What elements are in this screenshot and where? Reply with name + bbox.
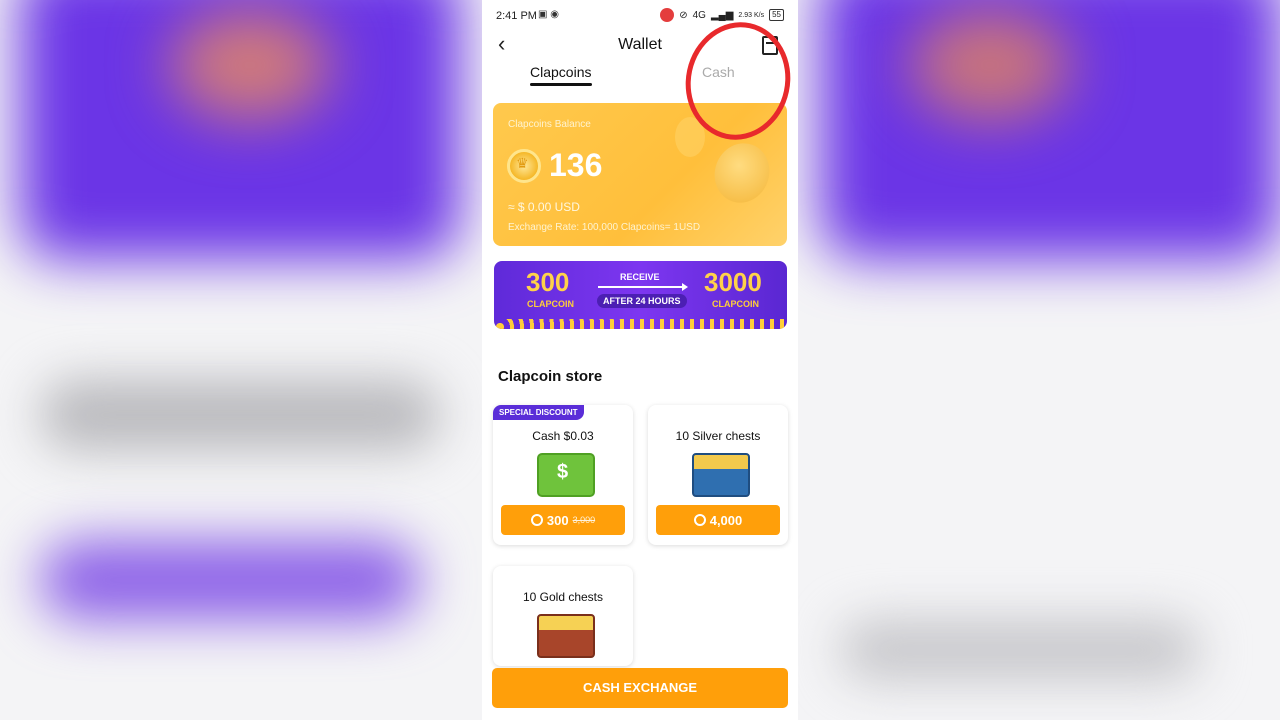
arrow-right-icon (598, 283, 688, 291)
store-item-gold-chests[interactable]: 10 Gold chests (493, 566, 633, 666)
balance-usd: ≈ $ 0.00 USD (508, 200, 580, 214)
store-item-silver-chests[interactable]: 10 Silver chests 4,000 (648, 405, 788, 545)
dnd-icon: ⊘ (679, 9, 688, 21)
network-label: 4G (692, 9, 706, 21)
status-time: 2:41 PM (496, 10, 537, 22)
status-right: ⊘ 4G ▂▄▆ 2.93 K/s 55 (660, 8, 784, 22)
store-item-cash[interactable]: SPECIAL DISCOUNT Cash $0.03 300 3,000 (493, 405, 633, 545)
coin-pile-decoration (494, 319, 787, 329)
speed-label: 2.93 K/s (738, 11, 765, 19)
price: 300 (546, 512, 569, 528)
silver-chest-icon (692, 453, 750, 497)
tab-clapcoins[interactable]: Clapcoins (530, 64, 591, 80)
balance-value: 136 (549, 147, 603, 183)
gold-chest-icon (537, 614, 595, 658)
buy-button[interactable]: 300 3,000 (501, 505, 625, 535)
clapcoin-icon (530, 514, 543, 526)
old-price: 3,000 (572, 515, 596, 525)
promo-banner[interactable]: 300 CLAPCOIN RECEIVE AFTER 24 HOURS 3000… (494, 261, 787, 329)
clapcoin-icon (507, 149, 541, 183)
cash-exchange-button[interactable]: CASH EXCHANGE (492, 668, 788, 708)
store-title: Clapcoin store (498, 368, 603, 385)
promo-to-amount: 3000 (704, 267, 762, 297)
buy-button[interactable]: 4,000 (656, 505, 780, 535)
record-icon (660, 8, 675, 22)
discount-badge: SPECIAL DISCOUNT (493, 405, 584, 420)
store-item-title: 10 Gold chests (522, 590, 604, 604)
promo-after: AFTER 24 HOURS (597, 294, 687, 308)
signal-icon: ▂▄▆ (710, 9, 734, 21)
promo-to-unit: CLAPCOIN (712, 299, 759, 309)
active-tab-indicator (530, 83, 592, 86)
cash-icon (537, 453, 595, 497)
balance-label: Clapcoins Balance (508, 119, 591, 130)
exchange-rate: Exchange Rate: 100,000 Clapcoins= 1USD (508, 222, 701, 233)
clapcoin-icon (693, 514, 706, 526)
store-item-title: 10 Silver chests (675, 429, 761, 443)
decorative-coin-large (706, 135, 778, 211)
store-item-title: Cash $0.03 (532, 429, 594, 443)
promo-from-amount: 300 (526, 267, 570, 297)
notification-icons: ▣ ◉ (538, 9, 559, 20)
battery-icon: 55 (769, 9, 784, 21)
promo-from-unit: CLAPCOIN (527, 299, 574, 309)
price: 4,000 (709, 512, 743, 528)
promo-receive: RECEIVE (620, 272, 660, 282)
